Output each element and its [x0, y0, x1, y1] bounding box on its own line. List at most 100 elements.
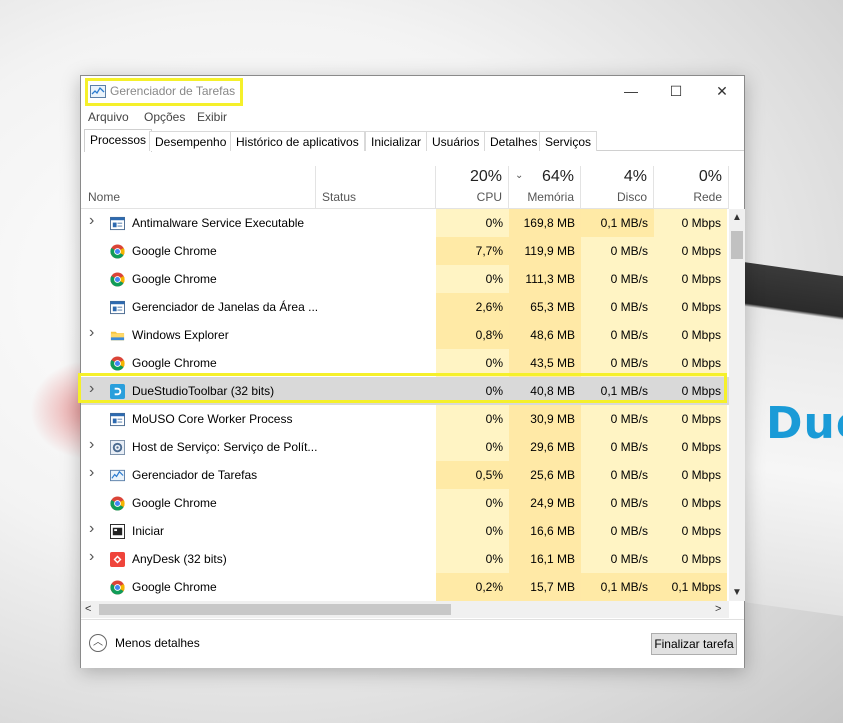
process-row[interactable]: › Antimalware Service Executable 0% 169,8 M… [81, 209, 729, 237]
column-header: Nome Status 20% CPU ⌄ 64% Memória 4% Dis… [81, 166, 729, 209]
process-row[interactable]: Google Chrome 0% 43,5 MB 0 MB/s 0 Mbps [81, 349, 729, 377]
process-row[interactable]: › Windows Explorer 0,8% 48,6 MB 0 MB/s 0 Mbps [81, 321, 729, 349]
chevron-right-icon[interactable]: › [89, 436, 99, 454]
vertical-scroll-thumb[interactable] [731, 231, 743, 259]
process-row[interactable]: Google Chrome 0% 24,9 MB 0 MB/s 0 Mbps [81, 489, 729, 517]
process-memory: 15,7 MB [509, 573, 581, 601]
process-cpu: 0% [436, 517, 509, 545]
process-network: 0 Mbps [654, 321, 727, 349]
gear-icon [110, 440, 125, 455]
process-name: MoUSO Core Worker Process [132, 412, 293, 426]
menu-arquivo[interactable]: Arquivo [88, 110, 129, 124]
minimize-button[interactable]: — [617, 81, 645, 101]
tab-detalhes[interactable]: Detalhes [484, 131, 544, 151]
tab-servicos[interactable]: Serviços [539, 131, 598, 151]
title-bar[interactable]: Gerenciador de Tarefas — ☐ ✕ [81, 76, 744, 106]
less-details-link[interactable]: Menos detalhes [115, 636, 200, 650]
process-name: Host de Serviço: Serviço de Polít... [132, 440, 318, 454]
header-cpu[interactable]: 20% CPU [436, 166, 509, 209]
start-icon [110, 524, 125, 539]
process-row[interactable]: MoUSO Core Worker Process 0% 30,9 MB 0 MB/s… [81, 405, 729, 433]
process-network: 0 Mbps [654, 545, 727, 573]
process-name: Iniciar [132, 524, 165, 538]
process-network: 0 Mbps [654, 349, 727, 377]
process-disk: 0 MB/s [581, 489, 654, 517]
chevron-right-icon[interactable]: › [89, 464, 99, 482]
scroll-right-icon[interactable]: > [715, 603, 721, 615]
taskmgr-icon [110, 468, 125, 483]
process-disk: 0 MB/s [581, 265, 654, 293]
process-disk: 0 MB/s [581, 433, 654, 461]
process-memory: 16,1 MB [509, 545, 581, 573]
process-row[interactable]: › Host de Serviço: Serviço de Polít... 0% 2… [81, 433, 729, 461]
process-name: Antimalware Service Executable [132, 216, 305, 230]
chrome-icon [110, 272, 125, 287]
process-cpu: 7,7% [436, 237, 509, 265]
process-row[interactable]: › Iniciar 0% 16,6 MB 0 MB/s 0 Mbps [81, 517, 729, 545]
tab-historico[interactable]: Histórico de aplicativos [230, 131, 365, 151]
maximize-button[interactable]: ☐ [662, 81, 690, 101]
process-disk: 0 MB/s [581, 405, 654, 433]
process-memory: 24,9 MB [509, 489, 581, 517]
close-button[interactable]: ✕ [708, 81, 736, 101]
task-manager-window: Gerenciador de Tarefas — ☐ ✕ Arquivo Opç… [78, 75, 745, 668]
scroll-left-icon[interactable]: < [85, 603, 91, 615]
process-name: Google Chrome [132, 356, 217, 370]
folder-icon [110, 328, 125, 343]
chevron-right-icon[interactable]: › [89, 324, 99, 342]
process-name: Google Chrome [132, 244, 217, 258]
process-network: 0 Mbps [654, 237, 727, 265]
process-row[interactable]: Google Chrome 0% 111,3 MB 0 MB/s 0 Mbps [81, 265, 729, 293]
process-cpu: 0% [436, 405, 509, 433]
vertical-scrollbar[interactable]: ▲ ▼ [729, 209, 745, 601]
process-network: 0 Mbps [654, 293, 727, 321]
process-row[interactable]: Gerenciador de Janelas da Área ... 2,6% 65… [81, 293, 729, 321]
scroll-up-icon[interactable]: ▲ [732, 212, 742, 223]
tab-processos[interactable]: Processos [84, 129, 153, 152]
process-row[interactable]: Google Chrome 7,7% 119,9 MB 0 MB/s 0 Mbps [81, 237, 729, 265]
menu-bar: Arquivo Opções Exibir [81, 107, 744, 125]
chevron-right-icon[interactable]: › [89, 212, 99, 230]
tab-desempenho[interactable]: Desempenho [149, 131, 233, 151]
process-memory: 65,3 MB [509, 293, 581, 321]
process-name: Gerenciador de Janelas da Área ... [132, 300, 319, 314]
process-cpu: 0% [436, 209, 509, 237]
tab-usuarios[interactable]: Usuários [426, 131, 486, 151]
end-task-button[interactable]: Finalizar tarefa [651, 633, 737, 655]
chevron-up-icon[interactable]: ︿ [89, 634, 107, 652]
process-row[interactable]: › Gerenciador de Tarefas 0,5% 25,6 MB 0 MB/s… [81, 461, 729, 489]
header-status[interactable]: Status [316, 166, 436, 209]
menu-exibir[interactable]: Exibir [197, 110, 227, 124]
chrome-icon [110, 356, 125, 371]
process-memory: 30,9 MB [509, 405, 581, 433]
process-cpu: 0,2% [436, 573, 509, 601]
task-manager-icon [90, 85, 106, 98]
scroll-down-icon[interactable]: ▼ [732, 587, 742, 598]
chevron-right-icon[interactable]: › [89, 380, 99, 398]
process-list: › Antimalware Service Executable 0% 169,8 M… [81, 209, 729, 601]
process-disk: 0,1 MB/s [600, 384, 648, 398]
process-row[interactable]: › AnyDesk (32 bits) 0% 16,1 MB 0 MB/s 0 Mbps [81, 545, 729, 573]
process-name: DueStudioToolbar (32 bits) [132, 384, 275, 398]
header-disk[interactable]: 4% Disco [581, 166, 654, 209]
chevron-right-icon[interactable]: › [89, 520, 99, 538]
process-row[interactable]: Google Chrome 0,2% 15,7 MB 0,1 MB/s 0,1 Mbps [81, 573, 729, 601]
process-row[interactable]: › DueStudioToolbar (32 bits) 0% 40,8 MB 0,1 … [81, 377, 729, 405]
header-memory[interactable]: ⌄ 64% Memória [509, 166, 581, 209]
horizontal-scroll-thumb[interactable] [99, 604, 451, 615]
process-memory: 40,8 MB [530, 384, 575, 398]
process-disk: 0,1 MB/s [581, 209, 654, 237]
process-network: 0 Mbps [654, 209, 727, 237]
tab-inicializar[interactable]: Inicializar [365, 131, 428, 151]
process-disk: 0 MB/s [581, 237, 654, 265]
process-name: AnyDesk (32 bits) [132, 552, 227, 566]
header-name[interactable]: Nome [81, 166, 316, 209]
menu-opcoes[interactable]: Opções [144, 110, 185, 124]
header-network[interactable]: 0% Rede [654, 166, 729, 209]
process-memory: 111,3 MB [509, 265, 581, 293]
horizontal-scrollbar[interactable]: < > [81, 601, 729, 618]
process-cpu: 0% [436, 265, 509, 293]
background-logo: Due [766, 398, 843, 449]
chevron-right-icon[interactable]: › [89, 548, 99, 566]
process-cpu: 2,6% [436, 293, 509, 321]
